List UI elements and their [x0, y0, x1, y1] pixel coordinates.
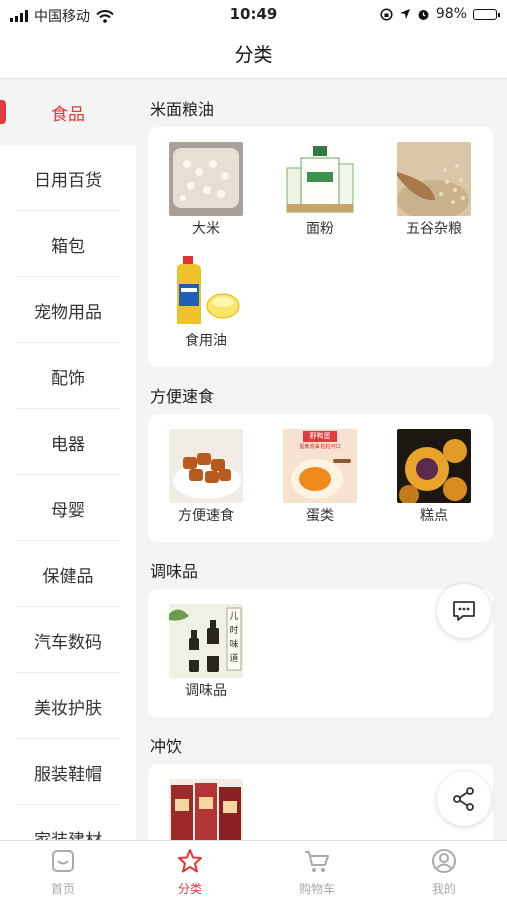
- subcategory-card: 方便速食 野鸭蛋 蛋黄流油 粒粒可口 蛋类 糕点: [148, 414, 493, 542]
- sidebar-item-food[interactable]: 食品: [0, 79, 136, 145]
- profile-icon: [432, 849, 456, 873]
- active-indicator: [0, 100, 6, 124]
- instant-food-image: [169, 429, 243, 503]
- subcategory-card: 大米 面粉 五谷杂粮 食用油: [148, 127, 493, 367]
- subcategory-grains[interactable]: 五谷杂粮: [389, 142, 479, 238]
- battery-icon: [473, 8, 500, 20]
- section-title: 冲饮: [150, 737, 183, 756]
- subcategory-eggs[interactable]: 野鸭蛋 蛋黄流油 粒粒可口 蛋类: [275, 429, 365, 525]
- tab-label: 分类: [177, 882, 202, 896]
- tab-cart[interactable]: 购物车: [254, 847, 380, 897]
- subcategory-label: 方便速食: [178, 508, 234, 524]
- subcategory-label: 五谷杂粮: [406, 221, 462, 237]
- category-content: 米面粮油 大米 面粉 五谷杂粮 食用油 方便速食 方便速食 野鸭蛋 蛋黄流油 粒…: [136, 79, 507, 840]
- subcategory-label: 大米: [192, 221, 220, 237]
- sidebar-item-accessories[interactable]: 配饰: [0, 343, 136, 409]
- chat-button[interactable]: [437, 584, 491, 638]
- tab-profile[interactable]: 我的: [381, 847, 507, 897]
- tab-label: 我的: [431, 882, 456, 896]
- battery-percent: 98%: [435, 6, 467, 22]
- location-icon: [399, 9, 410, 19]
- sidebar-item-mother-baby[interactable]: 母婴: [0, 475, 136, 541]
- drinks-image: [169, 779, 243, 840]
- subcategory-label: 糕点: [420, 508, 448, 524]
- sidebar-item-daily-goods[interactable]: 日用百货: [0, 145, 136, 211]
- subcategory-rice[interactable]: 大米: [161, 142, 251, 238]
- subcategory-drinks[interactable]: [161, 779, 251, 840]
- subcategory-flour[interactable]: 面粉: [275, 142, 365, 238]
- category-sidebar: 食品 日用百货 箱包 宠物用品 配饰 电器 母婴 保健品 汽车数码 美妆护肤 服…: [0, 79, 136, 840]
- home-icon: [52, 850, 74, 872]
- sidebar-item-apparel[interactable]: 服装鞋帽: [0, 739, 136, 805]
- tab-category[interactable]: 分类: [127, 847, 253, 897]
- rice-image: [169, 142, 243, 216]
- page-title: 分类: [234, 44, 273, 66]
- share-button[interactable]: [437, 772, 491, 826]
- subcategory-instant-food[interactable]: 方便速食: [161, 429, 251, 525]
- condiments-image: 儿时味道: [169, 604, 243, 678]
- section-title: 方便速食: [150, 387, 215, 406]
- sidebar-item-pet-supplies[interactable]: 宠物用品: [0, 277, 136, 343]
- subcategory-condiments[interactable]: 儿时味道 调味品: [161, 604, 251, 700]
- sidebar-item-appliances[interactable]: 电器: [0, 409, 136, 475]
- flour-image: [283, 142, 357, 216]
- eggs-image: 野鸭蛋 蛋黄流油 粒粒可口: [283, 429, 357, 503]
- pastry-image: [397, 429, 471, 503]
- tab-label: 购物车: [298, 882, 335, 896]
- sidebar-item-beauty[interactable]: 美妆护肤: [0, 673, 136, 739]
- subcategory-label: 面粉: [306, 221, 334, 237]
- tab-label: 首页: [50, 882, 75, 896]
- subcategory-label: 调味品: [185, 683, 227, 699]
- sidebar-item-auto-digital[interactable]: 汽车数码: [0, 607, 136, 673]
- chat-icon: [453, 601, 475, 621]
- orientation-lock-icon: [380, 7, 393, 21]
- condiment-banner-text: 儿时味道: [229, 612, 239, 664]
- eggs-banner-text: 野鸭蛋: [309, 432, 331, 440]
- subcategory-label: 蛋类: [306, 508, 334, 524]
- sidebar-item-home-building[interactable]: 家装建材: [0, 805, 136, 841]
- sidebar-item-bags[interactable]: 箱包: [0, 211, 136, 277]
- section-title: 调味品: [150, 562, 199, 581]
- subcategory-pastry[interactable]: 糕点: [389, 429, 479, 525]
- tab-bar: 首页 分类 购物车 我的: [0, 840, 507, 901]
- alarm-icon: [418, 9, 429, 20]
- status-bar: 中国移动 10:49 98%: [0, 0, 507, 30]
- section-title: 米面粮油: [150, 100, 215, 119]
- nav-bar: 分类: [0, 30, 507, 79]
- share-icon: [453, 787, 474, 811]
- subcategory-label: 食用油: [185, 333, 227, 349]
- subcategory-cooking-oil[interactable]: 食用油: [161, 254, 251, 350]
- grains-image: [397, 142, 471, 216]
- oil-image: [169, 254, 243, 328]
- cart-icon: [305, 851, 329, 872]
- category-star-icon: [178, 849, 202, 873]
- sidebar-item-health[interactable]: 保健品: [0, 541, 136, 607]
- tab-home[interactable]: 首页: [0, 847, 126, 897]
- eggs-sub-text: 蛋黄流油 粒粒可口: [299, 444, 341, 450]
